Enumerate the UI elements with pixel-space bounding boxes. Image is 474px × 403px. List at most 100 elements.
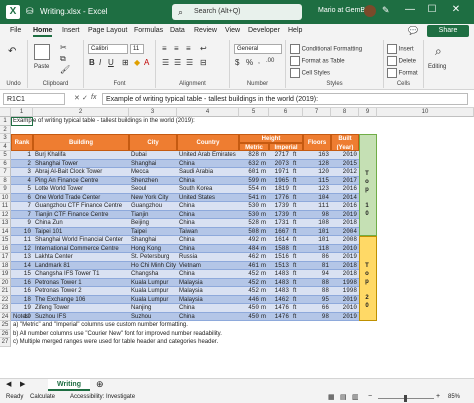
rank-cell[interactable]: 9 — [11, 219, 33, 228]
cut-icon[interactable]: ✂ — [60, 43, 67, 52]
row-header[interactable]: 14 — [0, 227, 11, 236]
rank-cell[interactable]: 15 — [11, 270, 33, 279]
underline-button[interactable]: U — [108, 58, 114, 67]
year-cell[interactable]: 2018 — [331, 270, 359, 279]
imperial-cell[interactable]: 2073 — [269, 159, 291, 168]
rank-cell[interactable]: 2 — [11, 159, 33, 168]
zoom-in-icon[interactable]: + — [436, 393, 440, 400]
row-header[interactable]: 12 — [0, 210, 11, 219]
column-header[interactable]: 8 — [331, 108, 359, 117]
select-all-corner[interactable] — [0, 108, 11, 117]
undo-icon[interactable]: ↶ — [8, 46, 16, 57]
next-sheet-icon[interactable]: ▶ — [20, 380, 25, 388]
country-cell[interactable]: Malaysia — [177, 287, 239, 296]
editing-button[interactable]: Editing — [428, 64, 446, 70]
imperial-cell[interactable]: 2717 — [269, 151, 291, 160]
building-cell[interactable]: Zifeng Tower — [33, 304, 129, 313]
row-header[interactable]: 3 — [0, 134, 11, 143]
imperial-cell[interactable]: 1513 — [269, 261, 291, 270]
rank-cell[interactable]: 11 — [11, 236, 33, 245]
column-header[interactable]: 6 — [269, 108, 303, 117]
year-cell[interactable]: 2010 — [331, 244, 359, 253]
confirm-formula-icon[interactable]: ✓ — [82, 94, 88, 102]
country-cell[interactable]: China — [177, 270, 239, 279]
row-header[interactable]: 17 — [0, 253, 11, 262]
rank-cell[interactable]: 3 — [11, 168, 33, 177]
imperial-cell[interactable]: 1667 — [269, 227, 291, 236]
tab-page-layout[interactable]: Page Layout — [88, 27, 127, 34]
row-header[interactable]: 6 — [0, 159, 11, 168]
year-cell[interactable]: 2008 — [331, 236, 359, 245]
country-cell[interactable]: South Korea — [177, 185, 239, 194]
building-cell[interactable]: Guangzhou CTF Finance Centre — [33, 202, 129, 211]
align-center-icon[interactable]: ☰ — [174, 58, 181, 67]
building-cell[interactable]: Ping An Finance Centre — [33, 176, 129, 185]
delete-cells-button[interactable]: Delete — [387, 56, 416, 66]
merge-icon[interactable]: ⊟ — [200, 58, 207, 67]
city-cell[interactable]: Guangzhou — [129, 202, 177, 211]
share-button[interactable]: Share — [427, 25, 469, 37]
year-cell[interactable]: 2019 — [331, 295, 359, 304]
column-header[interactable]: 4 — [177, 108, 239, 117]
building-cell[interactable]: Changsha IFS Tower T1 — [33, 270, 129, 279]
bold-button[interactable]: B — [89, 58, 95, 67]
country-cell[interactable]: China — [177, 219, 239, 228]
number-format-select[interactable]: General — [234, 44, 282, 54]
rank-cell[interactable]: 6 — [11, 193, 33, 202]
percent-icon[interactable]: % — [246, 58, 253, 67]
column-header[interactable]: 1 — [11, 108, 33, 117]
normal-view-icon[interactable]: ▦ — [328, 393, 335, 401]
year-cell[interactable]: 2010 — [331, 304, 359, 313]
row-header[interactable]: 9 — [0, 185, 11, 194]
name-box[interactable]: R1C1 — [3, 93, 65, 105]
rank-cell[interactable]: 10 — [11, 227, 33, 236]
city-cell[interactable]: St. Petersburg — [129, 253, 177, 262]
imperial-cell[interactable]: 1739 — [269, 202, 291, 211]
row-header[interactable]: 22 — [0, 295, 11, 304]
rank-cell[interactable]: 7 — [11, 202, 33, 211]
imperial-cell[interactable]: 1614 — [269, 236, 291, 245]
imperial-cell[interactable]: 1965 — [269, 176, 291, 185]
country-cell[interactable]: United Arab Emirates — [177, 151, 239, 160]
metric-cell[interactable]: 601 — [239, 168, 261, 177]
floors-cell[interactable]: 66 — [303, 304, 331, 313]
tab-help[interactable]: Help — [288, 27, 302, 34]
row-header[interactable]: 7 — [0, 168, 11, 177]
tab-view[interactable]: View — [225, 27, 240, 34]
floors-cell[interactable]: 111 — [303, 202, 331, 211]
format-cells-button[interactable]: Format — [387, 68, 418, 78]
row-header[interactable]: 2 — [0, 125, 11, 134]
row-header[interactable]: 16 — [0, 244, 11, 253]
row-header[interactable]: 26 — [0, 329, 11, 338]
metric-cell[interactable]: 541 — [239, 193, 261, 202]
city-cell[interactable]: Changsha — [129, 270, 177, 279]
city-cell[interactable]: New York City — [129, 193, 177, 202]
metric-cell[interactable]: 492 — [239, 236, 261, 245]
pen-icon[interactable]: ✎ — [382, 5, 390, 16]
floors-cell[interactable]: 108 — [303, 219, 331, 228]
imperial-cell[interactable]: 1483 — [269, 270, 291, 279]
country-cell[interactable]: China — [177, 244, 239, 253]
year-cell[interactable]: 2019 — [331, 253, 359, 262]
borders-icon[interactable]: ⊞ — [122, 58, 129, 67]
row-header[interactable]: 25 — [0, 321, 11, 330]
row-header[interactable]: 21 — [0, 287, 11, 296]
tab-data[interactable]: Data — [170, 27, 185, 34]
close-button[interactable]: ✕ — [448, 4, 464, 15]
building-cell[interactable]: China Zun — [33, 219, 129, 228]
rank-cell[interactable]: 4 — [11, 176, 33, 185]
rank-cell[interactable]: 12 — [11, 244, 33, 253]
building-cell[interactable]: Taipei 101 — [33, 227, 129, 236]
imperial-cell[interactable]: 1739 — [269, 210, 291, 219]
city-cell[interactable]: Nanjing — [129, 304, 177, 313]
imperial-cell[interactable]: 1971 — [269, 168, 291, 177]
country-cell[interactable]: China — [177, 176, 239, 185]
rank-cell[interactable]: 14 — [11, 261, 33, 270]
font-size-select[interactable]: 11 — [130, 44, 144, 54]
copy-icon[interactable]: ⧉ — [60, 54, 66, 64]
metric-cell[interactable]: 452 — [239, 287, 261, 296]
floors-cell[interactable]: 101 — [303, 227, 331, 236]
metric-cell[interactable]: 530 — [239, 202, 261, 211]
rank-cell[interactable]: 5 — [11, 185, 33, 194]
building-cell[interactable]: Lakhta Center — [33, 253, 129, 262]
